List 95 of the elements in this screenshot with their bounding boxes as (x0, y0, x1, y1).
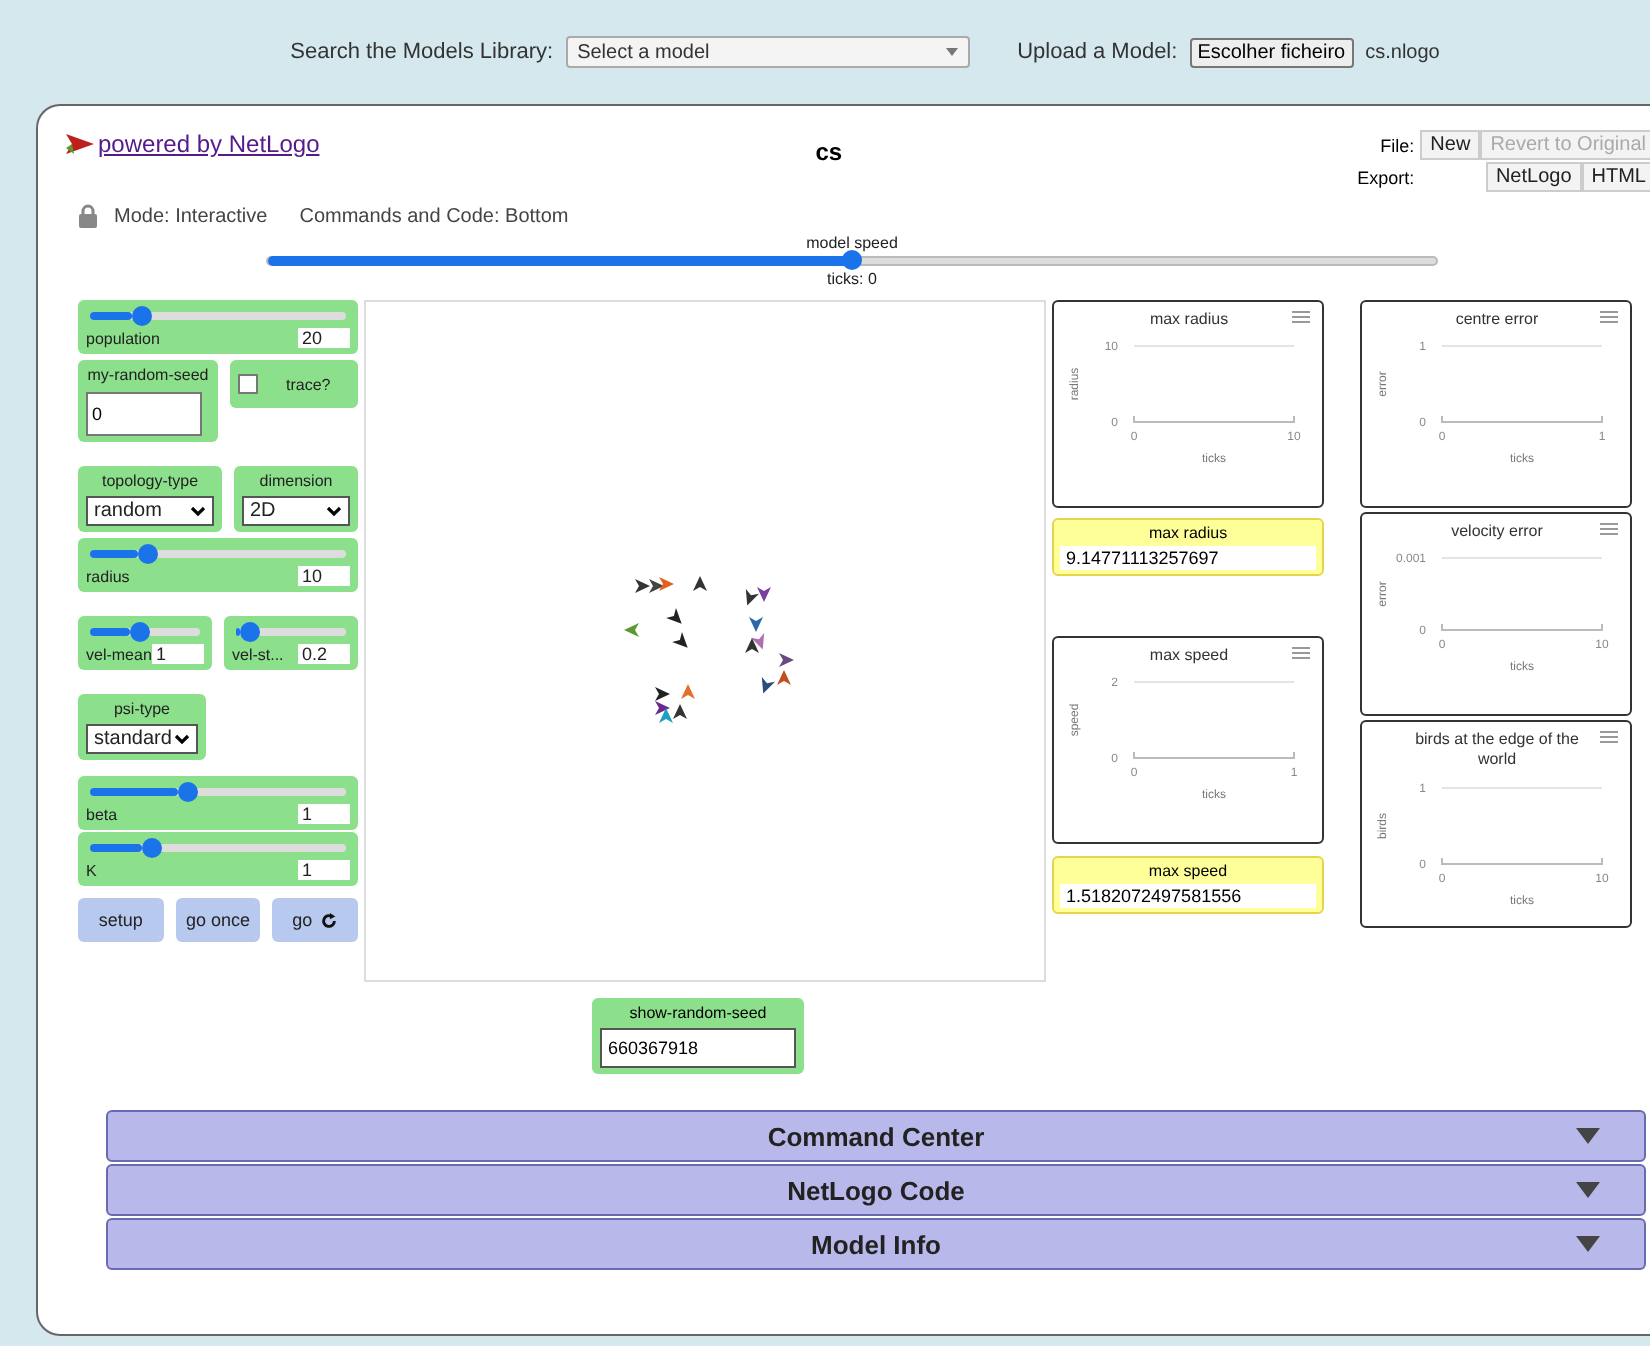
slider-track[interactable] (90, 788, 346, 796)
file-button[interactable]: New (1420, 130, 1481, 160)
menu-icon[interactable] (1600, 310, 1618, 324)
slider-fill (90, 628, 130, 636)
slider[interactable]: population 20 (78, 300, 358, 354)
slider-thumb[interactable] (239, 622, 260, 642)
slider-track[interactable] (90, 550, 346, 558)
search-label: Search the Models Library: (290, 40, 554, 64)
action-button[interactable]: go once (175, 898, 261, 942)
slider-fill (90, 844, 142, 852)
slider[interactable]: vel-mean 1 (78, 616, 212, 670)
ticks-counter: ticks: 0 (827, 270, 877, 288)
upload-label: Upload a Model: (1017, 40, 1178, 64)
input-label: my-random-seed (86, 366, 210, 384)
slider[interactable]: beta 1 (78, 776, 358, 830)
slider-value: 1 (152, 644, 204, 664)
lock-icon (78, 204, 98, 228)
chevron-icon (326, 505, 342, 517)
slider-fill (90, 788, 178, 796)
plot-title: max speed (1147, 646, 1231, 667)
speed-label: model speed (806, 234, 898, 252)
input-field[interactable]: 0 (86, 392, 202, 436)
slider-track[interactable] (90, 628, 200, 636)
switch-label: trace? (286, 375, 331, 393)
slider-value: 0.2 (298, 644, 350, 664)
slider-track[interactable] (236, 628, 346, 636)
file-label: File: (1380, 135, 1415, 155)
chooser-label: psi-type (111, 700, 172, 718)
netlogo-link[interactable]: powered by NetLogo (66, 130, 320, 158)
model-select[interactable]: Select a model (565, 36, 970, 68)
export-button[interactable]: HTML (1581, 162, 1650, 192)
slider-label: vel-st... (232, 645, 284, 663)
menu-icon[interactable] (1292, 310, 1310, 324)
slider-thumb[interactable] (177, 782, 198, 802)
slider-label: radius (86, 567, 130, 585)
chevron-icon (945, 48, 958, 56)
export-button[interactable]: NetLogo (1485, 162, 1582, 192)
switch[interactable]: trace? (230, 360, 358, 408)
action-button[interactable]: setup (78, 898, 164, 942)
slider-fill (90, 550, 139, 558)
slider[interactable]: K 1 (78, 832, 358, 886)
plot-title: birds at the edge of the world (1413, 730, 1581, 772)
menu-icon[interactable] (1292, 646, 1310, 660)
checkbox[interactable] (238, 374, 258, 394)
menu-icon[interactable] (1600, 730, 1618, 744)
chooser-select[interactable]: random (86, 496, 214, 526)
slider-label: K (86, 861, 97, 879)
logo-icon (66, 132, 94, 156)
slider-value: 1 (298, 860, 350, 880)
slider-value: 1 (298, 804, 350, 824)
plot-title: velocity error (1449, 522, 1545, 543)
chooser[interactable]: topology-type random (78, 466, 222, 532)
model-title: cs (815, 138, 843, 166)
chevron-icon (190, 505, 206, 517)
monitor-label: max speed (1146, 862, 1230, 880)
slider-thumb[interactable] (141, 838, 162, 858)
export-label: Export: (1357, 167, 1415, 187)
slider-thumb[interactable] (138, 544, 159, 564)
chooser-select[interactable]: 2D (242, 496, 350, 526)
slider-value: 20 (298, 328, 350, 348)
chooser-select[interactable]: standard (86, 724, 198, 754)
chevron-icon (174, 733, 190, 745)
layout-text: Commands and Code: Bottom (299, 205, 569, 227)
slider-thumb[interactable] (131, 306, 152, 326)
slider-thumb[interactable] (129, 622, 150, 642)
slider-track[interactable] (90, 844, 346, 852)
chooser-label: dimension (257, 472, 335, 490)
section-header[interactable]: Model Info (106, 1218, 1646, 1270)
menu-icon[interactable] (1600, 522, 1618, 536)
slider-label: beta (86, 805, 118, 823)
slider-value: 10 (298, 566, 350, 586)
chooser[interactable]: psi-type standard (78, 694, 206, 760)
chooser[interactable]: dimension 2D (234, 466, 358, 532)
mode-text: Mode: Interactive (114, 205, 268, 227)
monitor-value: 9.14771113257697 (1060, 546, 1316, 570)
monitor-label: show-random-seed (629, 1004, 767, 1022)
file-name: cs.nlogo (1365, 41, 1440, 63)
monitor-value: 1.5182072497581556 (1060, 884, 1316, 908)
choose-file-button[interactable]: Escolher ficheiro (1189, 37, 1354, 67)
slider-label: vel-mean (86, 645, 152, 663)
slider-track[interactable] (90, 312, 346, 320)
slider[interactable]: vel-st... 0.2 (224, 616, 358, 670)
monitor-label: max radius (1146, 524, 1230, 542)
slider[interactable]: radius 10 (78, 538, 358, 592)
section-header[interactable]: NetLogo Code (106, 1164, 1646, 1216)
speed-thumb[interactable] (842, 250, 862, 270)
section-header[interactable]: Command Center (106, 1110, 1646, 1162)
plot-title: centre error (1453, 310, 1541, 331)
slider-fill (90, 312, 132, 320)
speed-slider[interactable] (266, 256, 1438, 266)
action-button[interactable]: go (272, 898, 359, 942)
monitor-value: 660367918 (600, 1028, 796, 1068)
plot-title: max radius (1147, 310, 1231, 331)
slider-label: population (86, 329, 160, 347)
chooser-label: topology-type (99, 472, 201, 490)
